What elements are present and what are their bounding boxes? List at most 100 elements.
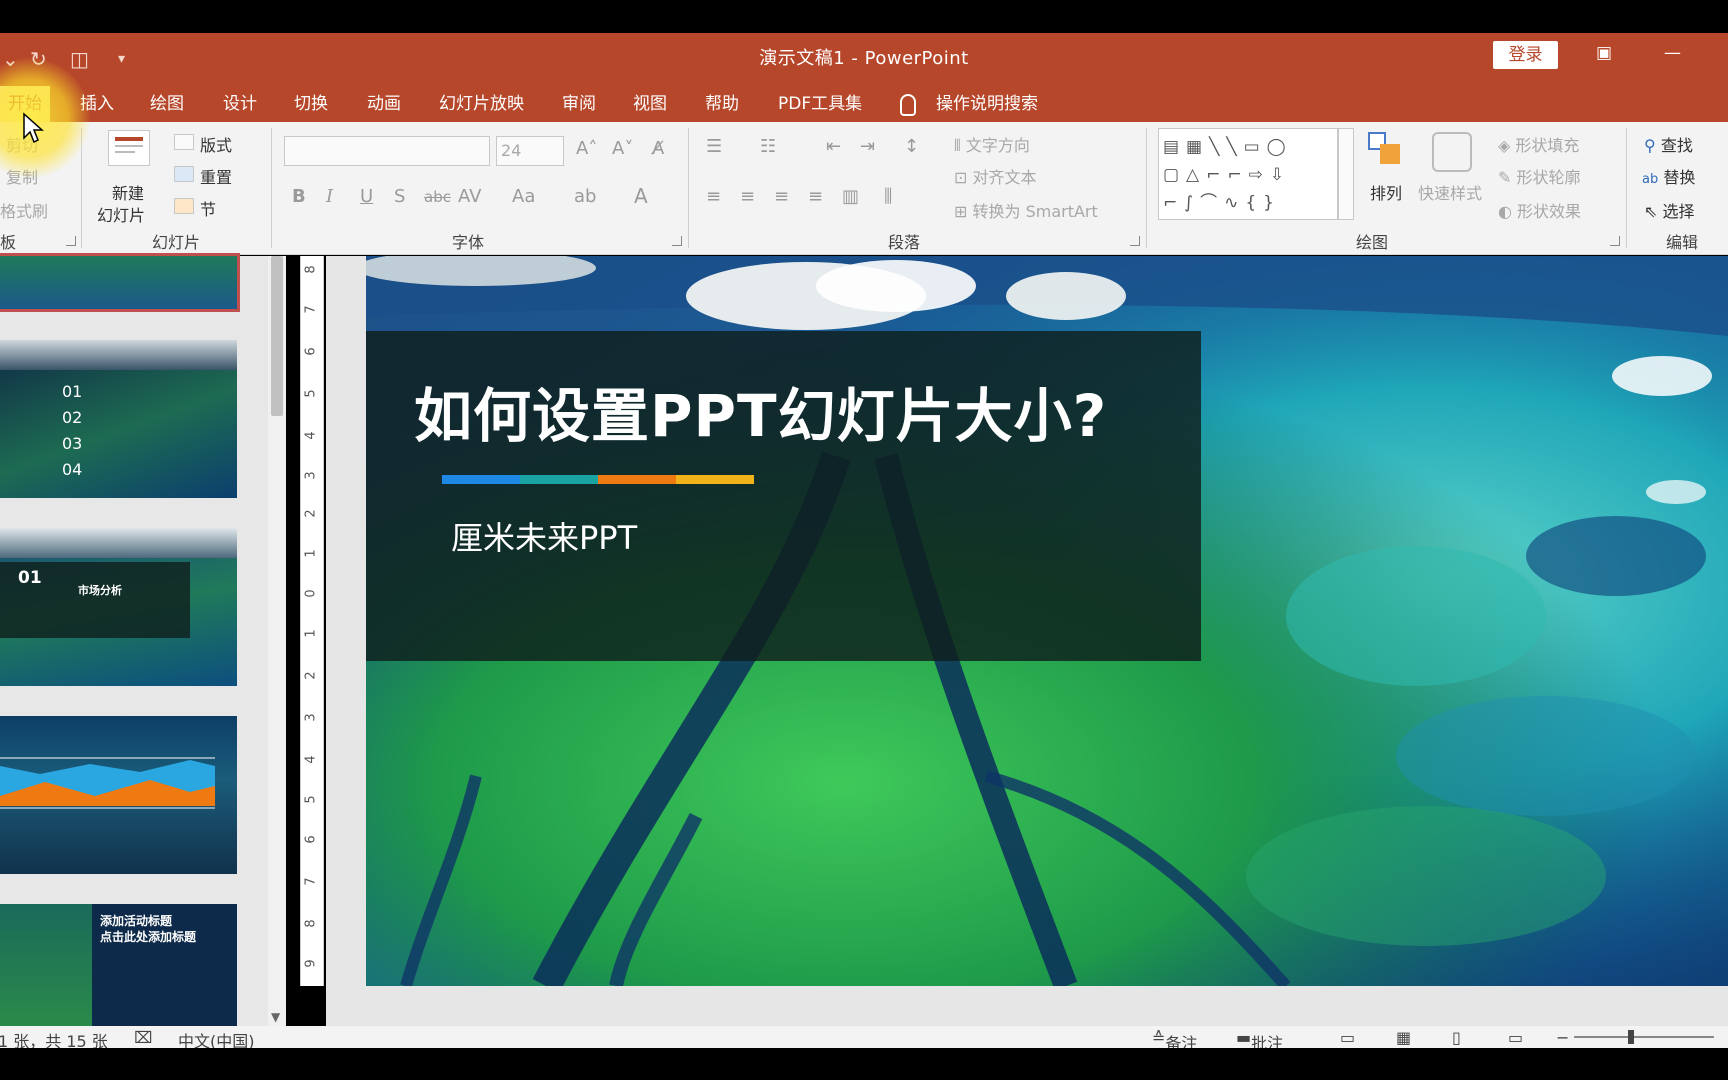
format-painter-button[interactable]: 格式刷 bbox=[0, 198, 48, 222]
select-cursor-icon: ⇖ bbox=[1644, 202, 1658, 221]
slide-title[interactable]: 如何设置PPT幻灯片大小? bbox=[414, 369, 1107, 453]
grow-font-icon[interactable]: A˄ bbox=[576, 138, 597, 159]
ruler-number: 5 bbox=[303, 795, 319, 804]
scroll-down-icon[interactable]: ▼ bbox=[271, 1010, 280, 1024]
tab-review[interactable]: 审阅 bbox=[562, 86, 596, 122]
ruler-number: 8 bbox=[303, 919, 319, 928]
font-launcher-icon[interactable] bbox=[672, 236, 682, 246]
zoom-slider-thumb[interactable] bbox=[1628, 1030, 1634, 1044]
find-button[interactable]: ⚲ 查找 bbox=[1644, 132, 1693, 156]
arrange-button[interactable]: 排列 bbox=[1370, 180, 1402, 204]
new-slide-label-2[interactable]: 幻灯片 bbox=[97, 202, 145, 226]
minimize-icon[interactable]: — bbox=[1664, 43, 1681, 63]
convert-smartart-button[interactable]: ⊞ 转换为 SmartArt bbox=[954, 198, 1098, 222]
bullets-icon[interactable]: ☰ bbox=[706, 136, 722, 157]
line-spacing-icon[interactable]: ↕ bbox=[904, 136, 919, 157]
zoom-out-icon[interactable]: − bbox=[1556, 1028, 1569, 1047]
paragraph-group-label: 段落 bbox=[888, 233, 921, 252]
font-color-icon[interactable]: A bbox=[634, 184, 648, 208]
spellcheck-icon[interactable]: ⌧ bbox=[134, 1028, 152, 1047]
ribbon-display-options-icon[interactable]: ▣ bbox=[1596, 43, 1612, 63]
slide-subtitle[interactable]: 厘米未来PPT bbox=[451, 513, 637, 559]
shape-outline-button[interactable]: ✎ 形状轮廓 bbox=[1498, 164, 1581, 188]
align-right-icon[interactable]: ≡ bbox=[774, 186, 789, 207]
zoom-slider[interactable] bbox=[1574, 1036, 1714, 1038]
normal-view-icon[interactable]: ▭ bbox=[1340, 1028, 1355, 1047]
thumb-heading-1: 添加活动标题 bbox=[100, 914, 173, 928]
tab-view[interactable]: 视图 bbox=[633, 86, 667, 122]
tell-me-search[interactable]: 操作说明搜索 bbox=[936, 86, 1038, 122]
reading-view-icon[interactable]: ▯ bbox=[1452, 1028, 1461, 1047]
select-button[interactable]: ⇖ 选择 bbox=[1644, 198, 1695, 222]
slide-thumbnail-5[interactable]: 添加活动标题 点击此处添加标题 bbox=[0, 904, 237, 1026]
ruler-number: 6 bbox=[303, 347, 319, 356]
tab-slideshow[interactable]: 幻灯片放映 bbox=[439, 86, 524, 122]
section-button[interactable]: 节 bbox=[200, 196, 216, 220]
section-icon[interactable] bbox=[174, 198, 194, 214]
italic-icon[interactable]: I bbox=[326, 186, 333, 207]
slideshow-view-icon[interactable]: ▭ bbox=[1508, 1028, 1523, 1047]
slides-group-label: 幻灯片 bbox=[152, 233, 201, 252]
align-left-icon[interactable]: ≡ bbox=[706, 186, 721, 207]
numbering-icon[interactable]: ☷ bbox=[760, 136, 776, 157]
align-center-icon[interactable]: ≡ bbox=[740, 186, 755, 207]
char-spacing-icon[interactable]: AV bbox=[458, 186, 481, 207]
drawing-launcher-icon[interactable] bbox=[1610, 236, 1620, 246]
clipboard-launcher-icon[interactable] bbox=[66, 236, 76, 246]
title-overlay-box[interactable]: 如何设置PPT幻灯片大小? 厘米未来PPT bbox=[366, 331, 1201, 661]
ruler-number: 4 bbox=[303, 755, 319, 764]
layout-button[interactable]: 版式 bbox=[200, 132, 232, 156]
justify-icon[interactable]: ≡ bbox=[808, 186, 823, 207]
thumbnails-scroll-thumb[interactable] bbox=[271, 256, 283, 416]
tab-animations[interactable]: 动画 bbox=[367, 86, 401, 122]
clear-formatting-icon[interactable]: A̸ bbox=[652, 138, 664, 159]
slide-sorter-icon[interactable]: ▦ bbox=[1396, 1028, 1411, 1047]
shapes-gallery-scroll[interactable] bbox=[1338, 128, 1354, 220]
tab-help[interactable]: 帮助 bbox=[705, 86, 739, 122]
slide-thumbnail-4[interactable] bbox=[0, 716, 237, 874]
new-slide-label-1[interactable]: 新建 bbox=[112, 180, 144, 204]
decrease-indent-icon[interactable]: ⇤ bbox=[826, 136, 841, 157]
strikethrough-icon[interactable]: abc bbox=[424, 188, 451, 206]
tab-pdf-tools[interactable]: PDF工具集 bbox=[778, 86, 862, 122]
slide-thumbnail-1[interactable] bbox=[0, 253, 240, 312]
increase-indent-icon[interactable]: ⇥ bbox=[860, 136, 875, 157]
tab-transitions[interactable]: 切换 bbox=[294, 86, 328, 122]
quick-styles-button[interactable]: 快速样式 bbox=[1418, 180, 1482, 204]
text-direction-button[interactable]: ⫴ 文字方向 bbox=[954, 132, 1030, 156]
tab-draw[interactable]: 绘图 bbox=[150, 86, 184, 122]
reset-icon[interactable] bbox=[174, 166, 194, 182]
notes-button[interactable]: ≙ 备注 bbox=[1152, 1028, 1197, 1048]
layout-icon[interactable] bbox=[174, 134, 194, 150]
comments-button[interactable]: ▬ 批注 bbox=[1236, 1028, 1283, 1048]
font-size-box[interactable]: 24 bbox=[496, 136, 564, 166]
distributed-icon[interactable]: ▥ bbox=[842, 186, 859, 207]
slide-thumbnail-3[interactable]: 01 市场分析 bbox=[0, 528, 237, 686]
tab-design[interactable]: 设计 bbox=[223, 86, 257, 122]
paragraph-launcher-icon[interactable] bbox=[1130, 236, 1140, 246]
columns-icon[interactable]: ⫼ bbox=[884, 186, 892, 207]
text-shadow-icon[interactable]: S bbox=[394, 186, 405, 207]
replace-button[interactable]: ab 替换 bbox=[1642, 164, 1695, 188]
arrange-icon[interactable] bbox=[1368, 132, 1404, 168]
login-button[interactable]: 登录 bbox=[1493, 41, 1558, 69]
underline-icon[interactable]: U bbox=[360, 186, 373, 207]
slide-thumbnail-2[interactable]: 01 02 03 04 bbox=[0, 340, 237, 498]
quick-styles-icon[interactable] bbox=[1432, 132, 1472, 172]
bold-icon[interactable]: B bbox=[292, 186, 306, 207]
font-name-box[interactable] bbox=[284, 136, 490, 166]
change-case-icon[interactable]: Aa bbox=[512, 186, 535, 207]
new-slide-icon[interactable] bbox=[108, 130, 150, 166]
shape-fill-button[interactable]: ◈ 形状填充 bbox=[1498, 132, 1579, 156]
reset-button[interactable]: 重置 bbox=[200, 164, 232, 188]
highlight-icon[interactable]: ab bbox=[574, 186, 596, 207]
thumbnails-scrollbar[interactable]: ▼ bbox=[268, 256, 286, 1026]
powerpoint-window: ⌄ ↻ ◫ ▾ 演示文稿1 - PowerPoint 登录 ▣ — 开始 插入 … bbox=[0, 0, 1728, 1080]
shrink-font-icon[interactable]: A˅ bbox=[612, 138, 633, 159]
shapes-gallery[interactable]: ▤▦╲╲▭◯ ▢△⌐⌐⇨⇩ ⌐∫⌒∿{} bbox=[1158, 128, 1338, 220]
align-text-button[interactable]: ⊡ 对齐文本 bbox=[954, 164, 1037, 188]
language-indicator[interactable]: 中文(中国) bbox=[178, 1028, 255, 1048]
shape-effects-button[interactable]: ◐ 形状效果 bbox=[1498, 198, 1581, 222]
accent-bar-yellow bbox=[676, 475, 754, 484]
current-slide[interactable]: 如何设置PPT幻灯片大小? 厘米未来PPT bbox=[366, 256, 1728, 986]
